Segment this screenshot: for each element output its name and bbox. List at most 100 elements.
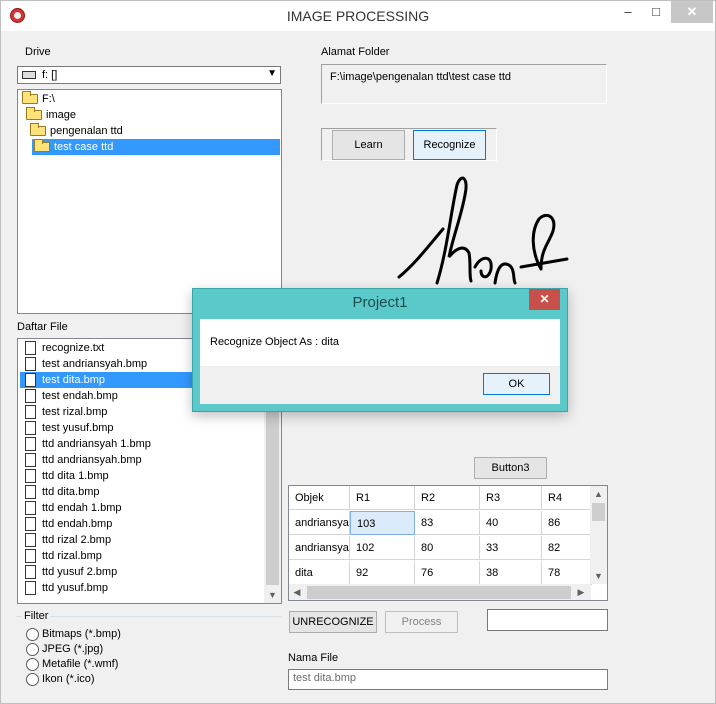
folder-item-selected[interactable]: test case ttd (32, 139, 280, 155)
grid-cell[interactable]: 102 (350, 536, 415, 560)
filter-group: Filter Bitmaps (*.bmp) JPEG (*.jpg) Meta… (16, 610, 281, 691)
folder-open-icon (26, 107, 42, 120)
file-item[interactable]: ttd andriansyah.bmp (20, 452, 142, 468)
file-item[interactable]: ttd dita.bmp (20, 484, 99, 500)
radio-icon[interactable] (26, 628, 39, 641)
filter-option-wmf[interactable]: Metafile (*.wmf) (26, 657, 118, 672)
main-window: IMAGE PROCESSING – □ ✕ Drive f: [] ▼ F:\… (0, 0, 716, 704)
file-icon (25, 437, 36, 451)
file-icon (25, 501, 36, 515)
unrecognize-button[interactable]: UNRECOGNIZE (289, 611, 377, 633)
scroll-up-icon[interactable]: ▲ (590, 486, 607, 502)
grid-scrollbar-v[interactable]: ▲ ▼ (590, 486, 607, 584)
dialog-title: Project1 (352, 294, 408, 311)
scroll-left-icon[interactable]: ◀ (289, 584, 305, 600)
folder-open-icon (34, 139, 50, 152)
grid-header-cell: Objek (289, 486, 350, 510)
folder-tree[interactable]: F:\ image pengenalan ttd test case ttd (17, 89, 282, 314)
file-item[interactable]: ttd rizal.bmp (20, 548, 102, 564)
radio-icon[interactable] (26, 643, 39, 656)
button3[interactable]: Button3 (474, 457, 547, 479)
file-icon (25, 517, 36, 531)
grid-cell[interactable]: 80 (415, 536, 480, 560)
scroll-right-icon[interactable]: ▶ (573, 584, 589, 600)
folder-item[interactable]: F:\ (20, 91, 55, 107)
drive-icon (22, 71, 36, 79)
file-item[interactable]: ttd dita 1.bmp (20, 468, 109, 484)
filter-label: Filter (22, 610, 51, 622)
scroll-down-icon[interactable]: ▼ (590, 568, 607, 584)
folder-open-icon (22, 91, 38, 104)
file-icon (25, 357, 36, 371)
file-item[interactable]: test yusuf.bmp (20, 420, 114, 436)
file-item[interactable]: ttd yusuf 2.bmp (20, 564, 117, 580)
file-item[interactable]: test andriansyah.bmp (20, 356, 147, 372)
result-input[interactable] (487, 609, 608, 631)
grid-header-cell: R3 (480, 486, 542, 510)
message-dialog: Project1 ✕ Recognize Object As : dita OK (192, 288, 568, 412)
file-icon (25, 405, 36, 419)
grid-cell[interactable]: 83 (415, 511, 480, 535)
data-grid[interactable]: Objek R1 R2 R3 R4 andriansyah 103 83 40 86 andrian… (288, 485, 608, 601)
file-item[interactable]: ttd endah 1.bmp (20, 500, 122, 516)
folder-item[interactable]: image (24, 107, 76, 123)
title-bar: IMAGE PROCESSING – □ ✕ (1, 1, 715, 31)
grid-cell[interactable]: 40 (480, 511, 542, 535)
folder-item[interactable]: pengenalan ttd (28, 123, 123, 139)
grid-scroll-thumb-h[interactable] (307, 586, 571, 599)
radio-icon[interactable] (26, 673, 39, 686)
file-item[interactable]: ttd endah.bmp (20, 516, 112, 532)
grid-cell[interactable]: 33 (480, 536, 542, 560)
file-icon (25, 421, 36, 435)
dialog-body: Recognize Object As : dita (200, 319, 560, 366)
nama-file-field[interactable]: test dita.bmp (288, 669, 608, 690)
filter-option-bmp[interactable]: Bitmaps (*.bmp) (26, 627, 121, 642)
filter-option-jpg[interactable]: JPEG (*.jpg) (26, 642, 103, 657)
grid-cell[interactable]: 82 (542, 536, 592, 560)
scroll-down-icon[interactable]: ▼ (264, 587, 281, 603)
process-button[interactable]: Process (385, 611, 458, 633)
radio-icon[interactable] (26, 658, 39, 671)
filter-option-ico[interactable]: Ikon (*.ico) (26, 672, 95, 687)
file-icon (25, 485, 36, 499)
ok-button[interactable]: OK (483, 373, 550, 395)
folder-path-label: Alamat Folder (321, 46, 390, 58)
grid-header-cell: R4 (542, 486, 592, 510)
grid-cell[interactable]: 78 (542, 561, 592, 585)
file-item[interactable]: ttd rizal 2.bmp (20, 532, 111, 548)
dialog-message: Recognize Object As : dita (210, 336, 340, 348)
file-item[interactable]: test endah.bmp (20, 388, 118, 404)
drive-label: Drive (25, 46, 51, 58)
file-item[interactable]: ttd yusuf.bmp (20, 580, 108, 596)
grid-cell[interactable]: 38 (480, 561, 542, 585)
file-icon (25, 533, 36, 547)
file-icon (25, 565, 36, 579)
signature-image (397, 176, 569, 285)
file-icon (25, 389, 36, 403)
grid-cell[interactable]: 92 (350, 561, 415, 585)
grid-scroll-thumb[interactable] (592, 503, 605, 521)
minimize-button[interactable]: – (613, 1, 643, 23)
action-panel: Learn Recognize (321, 128, 497, 161)
recognize-button[interactable]: Recognize (413, 130, 486, 160)
file-list-label: Daftar File (17, 321, 68, 333)
grid-cell[interactable]: 76 (415, 561, 480, 585)
chevron-down-icon[interactable]: ▼ (267, 68, 277, 79)
grid-cell[interactable]: dita (289, 561, 350, 585)
close-button[interactable]: ✕ (671, 1, 713, 23)
learn-button[interactable]: Learn (332, 130, 405, 160)
file-item[interactable]: recognize.txt (20, 340, 104, 356)
grid-cell[interactable]: 86 (542, 511, 592, 535)
file-item[interactable]: ttd andriansyah 1.bmp (20, 436, 151, 452)
folder-open-icon (30, 123, 46, 136)
grid-cell[interactable]: andriansyah (289, 536, 350, 560)
dialog-close-button[interactable]: ✕ (529, 289, 560, 310)
grid-header-cell: R1 (350, 486, 415, 510)
drive-select[interactable]: f: [] ▼ (17, 66, 281, 84)
grid-cell[interactable]: 103 (350, 511, 415, 535)
maximize-button[interactable]: □ (641, 1, 671, 23)
dialog-footer: OK (200, 366, 560, 404)
grid-cell[interactable]: andriansyah (289, 511, 350, 535)
grid-scrollbar-h[interactable]: ◀ ▶ (289, 584, 591, 600)
file-item[interactable]: test rizal.bmp (20, 404, 107, 420)
